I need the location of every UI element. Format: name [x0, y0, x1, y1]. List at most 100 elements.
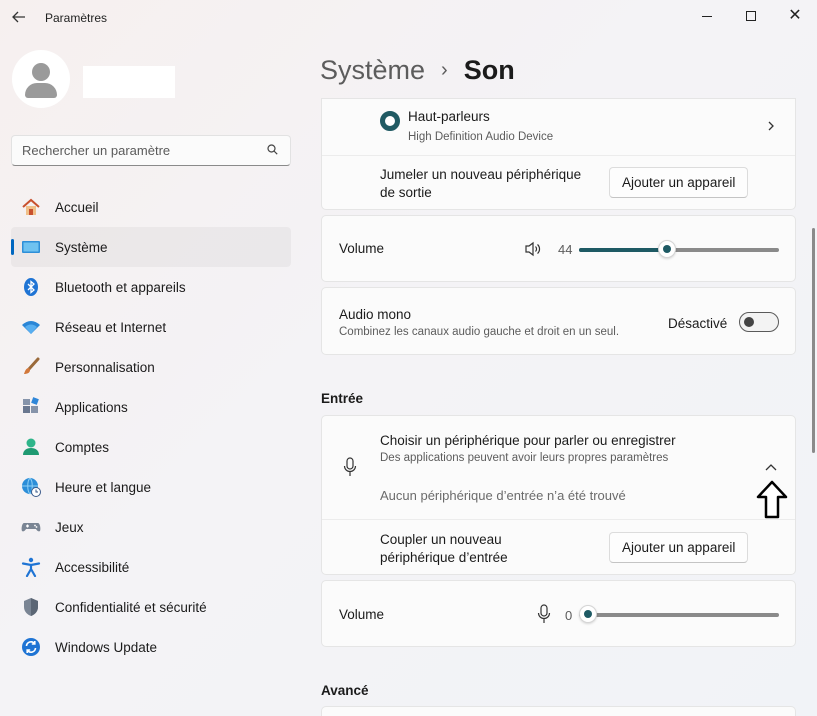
sidebar-item-label: Comptes [55, 440, 110, 455]
mono-audio-description: Combinez les canaux audio gauche et droi… [339, 326, 620, 338]
output-volume-slider[interactable] [579, 240, 779, 260]
pair-output-label-line2: de sortie [380, 185, 432, 200]
input-volume-slider[interactable] [579, 605, 779, 625]
input-device-card: Choisir un périphérique pour parler ou e… [321, 415, 796, 575]
toggle-knob [744, 317, 754, 327]
chevron-right-icon[interactable] [766, 121, 776, 131]
apps-icon [21, 397, 41, 417]
sidebar-item-label: Personnalisation [55, 360, 155, 375]
sidebar-item-label: Applications [55, 400, 128, 415]
settings-search[interactable] [11, 135, 291, 166]
sidebar-item-accessibilite[interactable]: Accessibilité [11, 547, 291, 587]
sidebar-item-label: Bluetooth et appareils [55, 280, 186, 295]
minimize-icon [702, 15, 712, 17]
advanced-section-title: Avancé [321, 683, 369, 698]
title-bar: Paramètres ✕ [0, 0, 817, 36]
annotation-arrow-icon [756, 480, 788, 519]
avatar [12, 50, 70, 108]
home-icon [21, 197, 41, 217]
app-title: Paramètres [45, 11, 108, 25]
input-volume-label: Volume [339, 607, 385, 622]
microphone-icon [343, 457, 357, 476]
output-device-card: Haut-parleurs High Definition Audio Devi… [321, 98, 796, 210]
mono-audio-state: Désactivé [668, 316, 728, 331]
mono-audio-card: Audio mono Combinez les canaux audio gau… [321, 287, 796, 355]
maximize-button[interactable] [729, 0, 773, 32]
mono-audio-title: Audio mono [339, 307, 412, 322]
sidebar-item-windows-update[interactable]: Windows Update [11, 627, 291, 667]
search-icon[interactable] [267, 144, 278, 155]
slider-track [579, 613, 779, 617]
chevron-up-icon[interactable] [765, 463, 777, 471]
wifi-icon [21, 317, 41, 337]
sidebar-item-label: Accessibilité [55, 560, 130, 575]
maximize-icon [746, 11, 756, 21]
sidebar-item-personnalisation[interactable]: Personnalisation [11, 347, 291, 387]
slider-thumb[interactable] [579, 605, 597, 623]
divider [322, 155, 795, 156]
breadcrumb-separator: › [441, 58, 448, 81]
choose-input-device-row[interactable]: Choisir un périphérique pour parler ou e… [322, 416, 795, 519]
arrow-left-icon [12, 11, 25, 23]
output-device-radio[interactable] [380, 111, 400, 131]
divider [322, 519, 795, 520]
pair-input-label: Coupler un nouveau [380, 532, 502, 547]
breadcrumb: Système › Son [320, 52, 515, 88]
close-icon: ✕ [788, 7, 802, 24]
update-icon [21, 637, 41, 657]
input-volume-card: Volume 0 [321, 580, 796, 647]
output-volume-card: Volume 44 [321, 215, 796, 282]
choose-input-description: Des applications peuvent avoir leurs pro… [380, 452, 669, 464]
minimize-button[interactable] [685, 0, 729, 32]
sidebar-item-accueil[interactable]: Accueil [11, 187, 291, 227]
user-profile[interactable] [10, 46, 292, 116]
gamepad-icon [21, 517, 41, 537]
profile-name [83, 66, 175, 98]
no-input-device-message: Aucun périphérique d’entrée n’a été trou… [380, 488, 626, 503]
input-volume-value: 0 [565, 608, 573, 623]
pair-input-label-line2: périphérique d’entrée [380, 550, 508, 565]
add-input-device-button[interactable]: Ajouter un appareil [609, 532, 749, 563]
output-device-name: Haut-parleurs [408, 109, 490, 124]
close-button[interactable]: ✕ [773, 0, 817, 32]
scrollbar[interactable] [812, 228, 815, 453]
output-volume-value: 44 [558, 242, 573, 257]
shield-icon [21, 597, 41, 617]
sidebar-item-applications[interactable]: Applications [11, 387, 291, 427]
output-volume-label: Volume [339, 241, 385, 256]
breadcrumb-parent[interactable]: Système [320, 55, 425, 86]
brush-icon [21, 357, 41, 377]
account-icon [21, 437, 41, 457]
sidebar-item-jeux[interactable]: Jeux [11, 507, 291, 547]
globe-clock-icon [21, 477, 41, 497]
advanced-card [321, 706, 796, 716]
sidebar-item-bluetooth[interactable]: Bluetooth et appareils [11, 267, 291, 307]
sidebar-item-label: Windows Update [55, 640, 158, 655]
microphone-icon[interactable] [537, 604, 551, 624]
sidebar-item-systeme[interactable]: Système [11, 227, 291, 267]
slider-fill [579, 248, 667, 252]
search-input[interactable] [22, 143, 252, 158]
sidebar-item-label: Confidentialité et sécurité [55, 600, 207, 615]
sidebar-item-reseau[interactable]: Réseau et Internet [11, 307, 291, 347]
output-device-description: High Definition Audio Device [408, 131, 554, 143]
sidebar-item-heure-langue[interactable]: Heure et langue [11, 467, 291, 507]
input-section-title: Entrée [321, 391, 364, 406]
slider-thumb[interactable] [658, 240, 676, 258]
sidebar-item-label: Réseau et Internet [55, 320, 167, 335]
output-device-row[interactable]: Haut-parleurs High Definition Audio Devi… [322, 99, 795, 155]
sidebar-nav: Accueil Système Bluetooth et appareils R… [11, 187, 291, 667]
sidebar-item-comptes[interactable]: Comptes [11, 427, 291, 467]
sidebar-item-confidentialite[interactable]: Confidentialité et sécurité [11, 587, 291, 627]
back-button[interactable] [10, 6, 28, 28]
sidebar-item-label: Jeux [55, 520, 84, 535]
system-display-icon [21, 237, 41, 257]
accessibility-icon [21, 557, 41, 577]
bluetooth-icon [21, 277, 41, 297]
add-output-device-button[interactable]: Ajouter un appareil [609, 167, 749, 198]
speaker-icon[interactable] [524, 241, 542, 257]
sidebar-item-label: Système [55, 240, 108, 255]
mono-audio-toggle[interactable] [739, 312, 779, 332]
pair-output-label: Jumeler un nouveau périphérique [380, 167, 582, 182]
sidebar-item-label: Heure et langue [55, 480, 152, 495]
